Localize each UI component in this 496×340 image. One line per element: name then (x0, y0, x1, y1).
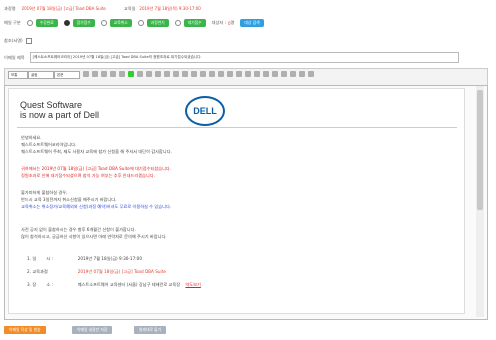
save-content-button[interactable]: 이메일 내용만 저장 (72, 326, 113, 334)
editor-scrollbar[interactable] (476, 86, 484, 317)
radio-waitlist[interactable] (174, 20, 181, 26)
italic-icon[interactable] (92, 71, 98, 77)
dell-logo: DELL (185, 96, 225, 126)
align-left-icon[interactable] (137, 71, 143, 77)
radio-complete[interactable] (26, 20, 33, 26)
list-ordered-icon[interactable] (173, 71, 179, 77)
ref-checkbox[interactable] (25, 38, 32, 44)
radio-accept[interactable] (63, 20, 70, 26)
align-center-icon[interactable] (146, 71, 152, 77)
notice2: 정원초과로 인해 대기접수되셨으며 참석 가능 여부는 추후 안내드리겠습니다. (21, 173, 155, 178)
info-row-3: 3. 장 소 : 퀘스트소프트웨어 교육센터 (서울) 강남구 테헤란로 교육장… (27, 282, 201, 287)
justify-icon[interactable] (164, 71, 170, 77)
font-color-icon[interactable] (119, 71, 125, 77)
line3: 교육취소는 취소정가/교육예외와 신청(과정 예약)하셔도 무료로 이용하실 수… (21, 204, 172, 209)
outdent-icon[interactable] (200, 71, 206, 77)
course-row: 과정명 2019년 07월 18일(금) [고급] Toad DBA Suite… (4, 6, 201, 12)
count-unit: 명 (230, 20, 235, 25)
html-mode-icon[interactable] (290, 71, 296, 77)
list-bullet-icon[interactable] (182, 71, 188, 77)
course-value: 2019년 07월 18일(금) [고급] Toad DBA Suite (21, 6, 106, 11)
preview-icon[interactable] (299, 71, 305, 77)
radio-cancel[interactable] (100, 20, 107, 26)
option-cancel[interactable]: 교육취소 (109, 19, 132, 27)
special-char-icon[interactable] (245, 71, 251, 77)
ref-row: 참조(서명) (4, 38, 32, 44)
font-select[interactable]: 굴림 (28, 71, 54, 79)
line2: 반드시 교육 3일전까지 취소신청을 해주시기 바랍니다. (21, 197, 117, 202)
option-complete[interactable]: 수강완료 (35, 19, 58, 27)
link-icon[interactable] (209, 71, 215, 77)
info-row-2: 2. 교육과정 : 2019년 07월 18일(금) [고급] Toad DBA… (27, 269, 166, 274)
bold-icon[interactable] (83, 71, 89, 77)
reset-button[interactable]: 원래대로 돌기 (134, 326, 167, 334)
date-value: 2019년 7월 18일(목) 9:30-17:00 (139, 6, 201, 11)
underline-icon[interactable] (101, 71, 107, 77)
option-postpone[interactable]: 과정연기 (146, 19, 169, 27)
info-row-1: 1. 일 시 : 2019년 7월 18일(금) 9:30-17:00 (27, 256, 142, 261)
mail-type-label: 메일 구분 (4, 20, 21, 25)
line4: 사전 공지 없이 불참하시는 경우 향후 6개월간 신청이 불가합니다. (21, 227, 136, 232)
fullscreen-icon[interactable] (308, 71, 314, 77)
option-accept[interactable]: 참가접수 (72, 19, 95, 27)
find-icon[interactable] (281, 71, 287, 77)
thanks: 퀘스트소프트웨어 주최, 제도 사용자 교육에 참가 신청을 해 주셔서 대단히… (21, 149, 172, 154)
undo-icon[interactable] (263, 71, 269, 77)
intro: 퀘스트소프트웨어코리아입니다. (21, 142, 77, 147)
divider (17, 127, 457, 128)
line5: 많이 참석하시고, 궁금하신 사항이 있으시면 아래 연락처로 문의해 주시기 … (21, 234, 167, 239)
bg-color-icon[interactable] (128, 71, 134, 77)
line1: 불가피하게 불참하실 경우, (21, 190, 68, 195)
style-select[interactable]: 보통 (8, 71, 28, 79)
scroll-thumb[interactable] (477, 90, 483, 210)
subject-label: 이메일 제목 (4, 54, 25, 60)
table-icon[interactable] (227, 71, 233, 77)
send-email-button[interactable]: 이메일 작성 및 발송 (4, 326, 46, 334)
radio-postpone[interactable] (137, 20, 144, 26)
greeting: 안녕하세요. (21, 135, 42, 140)
indent-icon[interactable] (191, 71, 197, 77)
mail-type-row: 메일 구분 수강완료 참가접수 교육취소 과정연기 대기접수 대상자 : 0 명… (4, 19, 264, 27)
brand-line2: is now a part of Dell (20, 110, 100, 120)
ref-label: 참조(서명) (4, 38, 23, 43)
image-icon[interactable] (218, 71, 224, 77)
count-label: 대상자 : (211, 20, 226, 25)
align-right-icon[interactable] (155, 71, 161, 77)
search-target-button[interactable]: 대상 검색 (240, 19, 264, 27)
editor-toolbar: 보통 굴림 본문 (4, 68, 488, 86)
redo-icon[interactable] (272, 71, 278, 77)
course-label: 과정명 (4, 6, 16, 11)
hr-icon[interactable] (236, 71, 242, 77)
notice1: 귀하께서는 2019년 07월 18일(금) [고급] Toad DBA Sui… (21, 166, 172, 171)
subject-row: 이메일 제목 [퀘스트소프트웨어코리아] 2019년 07월 18일(금) [고… (4, 52, 459, 63)
strike-icon[interactable] (110, 71, 116, 77)
size-select[interactable]: 본문 (54, 71, 80, 79)
brand-line1: Quest Software (20, 100, 83, 110)
map-link[interactable]: 약도보기 (185, 282, 200, 287)
emoticon-icon[interactable] (254, 71, 260, 77)
option-waitlist[interactable]: 대기접수 (183, 19, 206, 27)
date-label: 교육일 (123, 6, 136, 11)
subject-input[interactable]: [퀘스트소프트웨어코리아] 2019년 07월 18일(금) [고급] Toad… (29, 52, 459, 63)
email-body[interactable]: Quest Software is now a part of Dell DEL… (8, 88, 465, 314)
